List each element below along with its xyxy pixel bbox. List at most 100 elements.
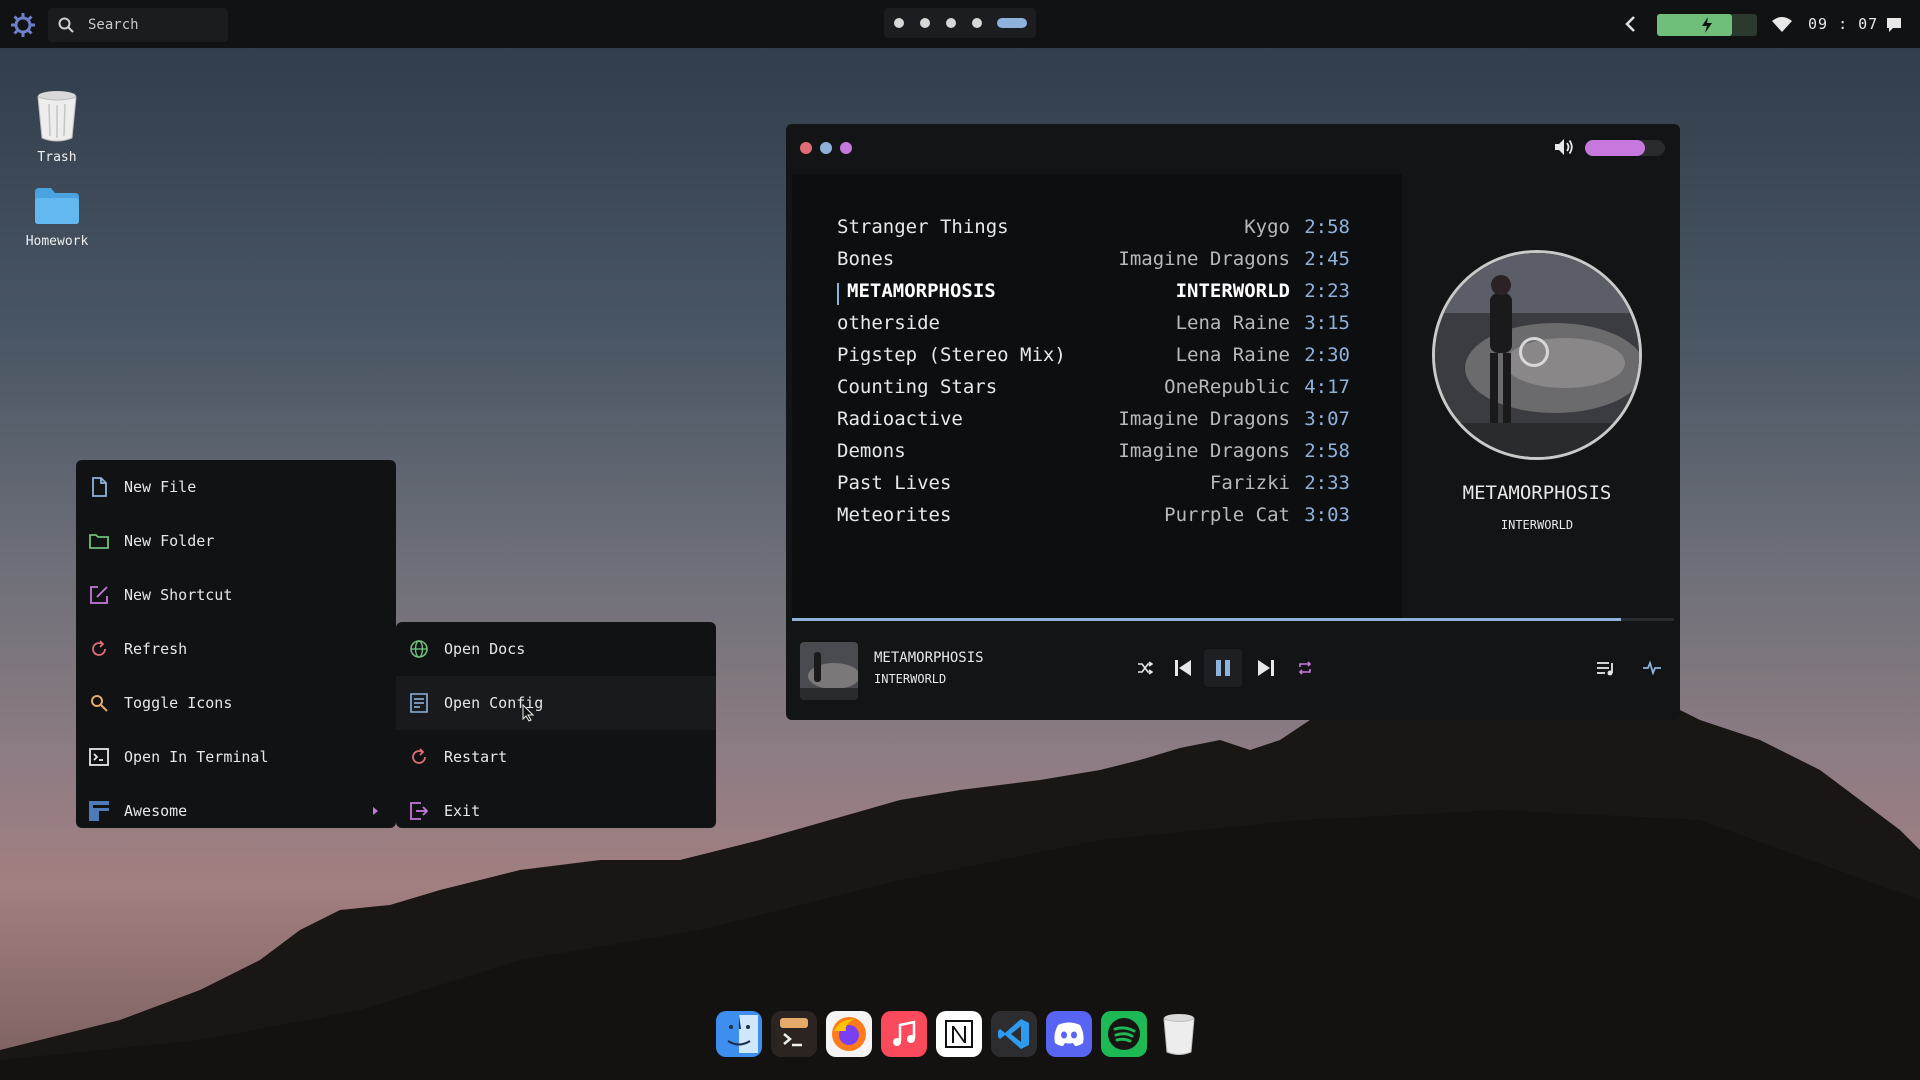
playlist-row[interactable]: Bones Imagine Dragons 2:45 xyxy=(837,248,1350,278)
wifi-icon[interactable] xyxy=(1772,16,1792,32)
playlist-row[interactable]: otherside Lena Raine 3:15 xyxy=(837,312,1350,342)
dock-music[interactable] xyxy=(881,1011,927,1057)
progress-bar[interactable] xyxy=(792,618,1674,621)
vscode-icon xyxy=(998,1019,1029,1049)
playlist-row[interactable]: Meteorites Purrple Cat 3:03 xyxy=(837,504,1350,534)
repeat-icon xyxy=(1298,661,1312,675)
menu-item-label: Toggle Icons xyxy=(124,694,233,712)
track-artist: INTERWORLD xyxy=(1175,280,1290,302)
track-duration: 3:15 xyxy=(1304,312,1350,334)
battery-fill xyxy=(1657,14,1732,36)
repeat-button[interactable] xyxy=(1294,654,1316,682)
track-duration: 2:30 xyxy=(1304,344,1350,366)
shuffle-button[interactable] xyxy=(1134,654,1156,682)
next-button[interactable] xyxy=(1253,654,1279,682)
workspace-1[interactable] xyxy=(894,18,904,28)
previous-button[interactable] xyxy=(1170,654,1196,682)
finder-icon xyxy=(727,1015,758,1053)
track-artist: Imagine Dragons xyxy=(1118,440,1290,462)
now-playing-thumbnail xyxy=(800,642,858,700)
menu-item-label: Open In Terminal xyxy=(124,748,269,766)
track-artist: Lena Raine xyxy=(1175,344,1290,366)
menu-item-awesome[interactable]: Awesome xyxy=(76,784,396,838)
workspace-3[interactable] xyxy=(946,18,956,28)
menu-item-refresh[interactable]: Refresh xyxy=(76,622,396,676)
mouse-cursor-icon xyxy=(522,704,534,722)
notification-center-icon[interactable] xyxy=(1886,17,1902,33)
playlist-row[interactable]: Radioactive Imagine Dragons 3:07 xyxy=(837,408,1350,438)
disc-center-hole xyxy=(1519,337,1549,367)
minimize-button[interactable] xyxy=(820,142,832,154)
skip-next-icon xyxy=(1258,660,1274,676)
folder-icon xyxy=(89,534,109,549)
edit-icon xyxy=(90,586,108,604)
refresh-icon xyxy=(92,640,106,656)
top-bar: Search 09 : 07 xyxy=(0,0,1920,48)
playlist-row[interactable]: Counting Stars OneRepublic 4:17 xyxy=(837,376,1350,406)
volume-fill xyxy=(1585,140,1645,156)
thumbnail-image xyxy=(800,642,858,700)
dock-finder[interactable] xyxy=(716,1011,762,1057)
spotify-icon xyxy=(1108,1018,1140,1050)
file-icon xyxy=(92,477,107,497)
desktop-icon-trash[interactable]: Trash xyxy=(17,88,97,165)
dock-terminal[interactable] xyxy=(771,1011,817,1057)
menu-item-open-docs[interactable]: Open Docs xyxy=(396,622,716,676)
track-title: otherside xyxy=(837,312,940,334)
playlist-row[interactable]: Past Lives Farizki 2:33 xyxy=(837,472,1350,502)
menu-item-open-in-terminal[interactable]: Open In Terminal xyxy=(76,730,396,784)
track-duration: 2:23 xyxy=(1304,280,1350,302)
volume-slider[interactable] xyxy=(1585,140,1665,156)
launcher-gear-icon[interactable] xyxy=(10,12,36,38)
menu-item-label: New Folder xyxy=(124,532,215,550)
menu-item-new-file[interactable]: New File xyxy=(76,460,396,514)
menu-item-exit[interactable]: Exit xyxy=(396,784,716,838)
current-track-marker xyxy=(837,283,839,305)
shuffle-icon xyxy=(1138,661,1153,675)
firefox-icon xyxy=(832,1017,866,1051)
dock-spotify[interactable] xyxy=(1101,1011,1147,1057)
menu-item-new-shortcut[interactable]: New Shortcut xyxy=(76,568,396,622)
track-artist: Kygo xyxy=(1244,216,1290,238)
visualizer-button[interactable] xyxy=(1640,654,1664,682)
album-art-disc xyxy=(1432,250,1642,460)
close-button[interactable] xyxy=(800,142,812,154)
now-playing-artist: INTERWORLD xyxy=(1500,518,1574,532)
playlist-row[interactable]: Stranger Things Kygo 2:58 xyxy=(837,216,1350,246)
menu-item-new-folder[interactable]: New Folder xyxy=(76,514,396,568)
workspace-5-active[interactable] xyxy=(997,18,1027,28)
menu-item-restart[interactable]: Restart xyxy=(396,730,716,784)
track-title: Bones xyxy=(837,248,895,270)
maximize-button[interactable] xyxy=(840,142,852,154)
search-icon xyxy=(58,17,74,33)
dock-trash[interactable] xyxy=(1156,1011,1202,1057)
desktop-icon-homework[interactable]: Homework xyxy=(17,186,97,249)
track-title: Past Lives xyxy=(837,472,952,494)
trash-icon xyxy=(1163,1014,1195,1055)
bar-track-title: METAMORPHOSIS xyxy=(874,650,984,666)
menu-item-open-config[interactable]: Open Config xyxy=(396,676,716,730)
workspace-2[interactable] xyxy=(920,18,930,28)
dock-notion[interactable] xyxy=(936,1011,982,1057)
search-icon xyxy=(91,695,108,712)
playlist: Stranger Things Kygo 2:58 Bones Imagine … xyxy=(792,174,1402,618)
track-artist: Purrple Cat xyxy=(1164,504,1290,526)
playlist-row[interactable]: Demons Imagine Dragons 2:58 xyxy=(837,440,1350,470)
exit-icon xyxy=(410,802,429,820)
dock-vscode[interactable] xyxy=(991,1011,1037,1057)
playlist-row-current[interactable]: METAMORPHOSIS INTERWORLD 2:23 xyxy=(837,280,1350,310)
play-pause-button[interactable] xyxy=(1204,649,1242,687)
track-artist: OneRepublic xyxy=(1164,376,1290,398)
search-input[interactable]: Search xyxy=(48,8,228,42)
dock-discord[interactable] xyxy=(1046,1011,1092,1057)
track-duration: 4:17 xyxy=(1304,376,1350,398)
chevron-left-icon[interactable] xyxy=(1624,15,1638,33)
awesome-icon xyxy=(89,801,109,821)
volume-icon[interactable] xyxy=(1554,138,1574,156)
menu-item-toggle-icons[interactable]: Toggle Icons xyxy=(76,676,396,730)
playlist-row[interactable]: Pigstep (Stereo Mix) Lena Raine 2:30 xyxy=(837,344,1350,374)
queue-button[interactable] xyxy=(1594,654,1618,682)
dock-firefox[interactable] xyxy=(826,1011,872,1057)
workspace-4[interactable] xyxy=(972,18,982,28)
trash-icon xyxy=(37,91,77,142)
